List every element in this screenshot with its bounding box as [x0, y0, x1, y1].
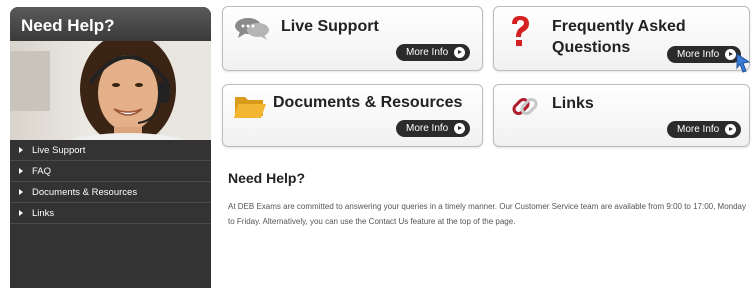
links-more-info-button[interactable]: More Info [667, 121, 742, 138]
sidebar-item-label: Live Support [32, 144, 86, 156]
live-support-more-info-button[interactable]: More Info [396, 44, 471, 61]
documents-more-info-button[interactable]: More Info [396, 120, 471, 137]
sidebar-item-faq[interactable]: FAQ [10, 161, 211, 182]
sidebar-item-label: Links [32, 207, 55, 219]
card-live-support: Live Support More Info [222, 6, 483, 71]
mouse-cursor-icon [736, 53, 751, 73]
help-sidebar: Need Help? Live Support FAQ Documents & … [10, 7, 211, 288]
help-heading: Need Help? [228, 170, 306, 186]
link-icon [512, 98, 538, 115]
button-label: More Info [406, 123, 449, 134]
arrow-right-icon [19, 210, 23, 216]
card-documents-resources: Documents & Resources More Info [222, 84, 483, 147]
sidebar-item-live-support[interactable]: Live Support [10, 140, 211, 161]
sidebar-item-label: Documents & Resources [32, 186, 138, 198]
play-circle-icon [454, 123, 466, 134]
sidebar-item-label: FAQ [32, 165, 52, 177]
button-label: More Info [677, 124, 720, 135]
arrow-right-icon [19, 189, 23, 195]
arrow-right-icon [19, 168, 23, 174]
card-title: Links [552, 95, 594, 112]
card-title-line: Questions [552, 39, 631, 56]
card-title: Documents & Resources [273, 94, 463, 111]
sidebar-item-links[interactable]: Links [10, 203, 211, 224]
help-page: Need Help? Live Support FAQ Documents & … [0, 0, 752, 288]
faq-more-info-button[interactable]: More Info [667, 46, 742, 63]
card-title-line: Frequently Asked [552, 18, 686, 35]
play-circle-icon [454, 47, 466, 58]
button-label: More Info [677, 49, 720, 60]
play-circle-icon [725, 124, 737, 135]
support-agent-photo [10, 41, 211, 140]
card-title: Live Support [281, 18, 379, 35]
chat-bubbles-icon [235, 18, 269, 40]
card-title: Frequently Asked Questions [552, 16, 686, 58]
button-label: More Info [406, 47, 449, 58]
card-faq: Frequently Asked Questions More Info [493, 6, 750, 71]
sidebar-title: Need Help? [10, 7, 211, 41]
question-mark-icon [512, 16, 529, 46]
help-description: At DEB Exams are committed to answering … [228, 202, 747, 226]
sidebar-item-documents[interactable]: Documents & Resources [10, 182, 211, 203]
card-links: Links More Info [493, 84, 750, 147]
sidebar-menu: Live Support FAQ Documents & Resources L… [10, 140, 211, 224]
folder-icon [234, 97, 266, 118]
arrow-right-icon [19, 147, 23, 153]
